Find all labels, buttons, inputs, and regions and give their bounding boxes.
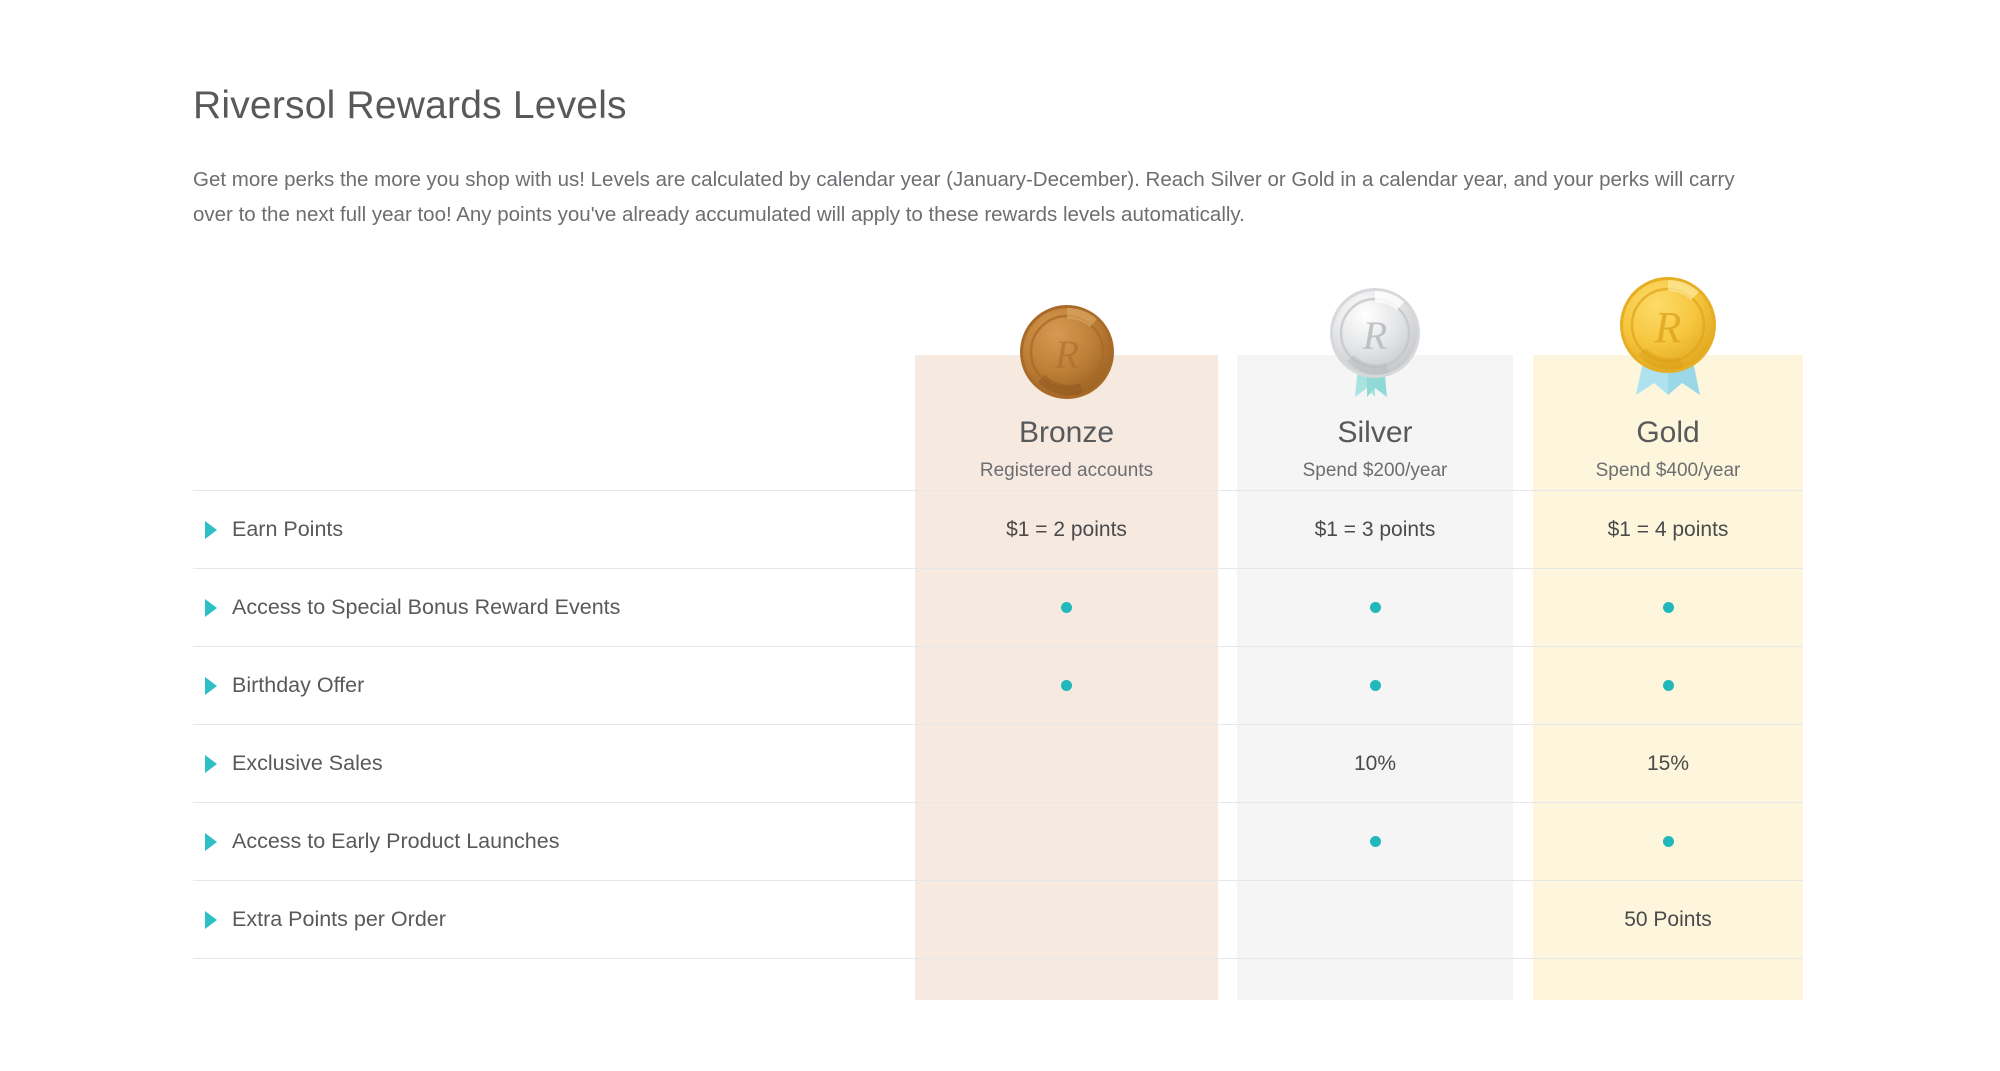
cell-bronze — [915, 569, 1218, 646]
cell-silver — [1237, 803, 1513, 880]
cell-gold — [1533, 647, 1803, 724]
triangle-right-icon — [205, 676, 217, 695]
svg-text:R: R — [1053, 332, 1078, 377]
row-label-cell: Exclusive Sales — [193, 725, 915, 802]
table-row: Earn Points $1 = 2 points $1 = 3 points … — [193, 490, 1803, 568]
page-header: Riversol Rewards Levels Get more perks t… — [193, 84, 1813, 232]
row-label-cell: Earn Points — [193, 491, 915, 568]
header-label-spacer — [193, 285, 915, 490]
cell-silver — [1237, 881, 1513, 958]
check-dot-icon — [1662, 680, 1674, 691]
triangle-right-icon — [205, 754, 217, 773]
table-row: Access to Early Product Launches — [193, 802, 1803, 880]
silver-medal-icon: R — [1325, 288, 1425, 410]
cell-bronze: $1 = 2 points — [1006, 517, 1127, 541]
row-label: Access to Special Bonus Reward Events — [232, 595, 621, 619]
table-row: Access to Special Bonus Reward Events — [193, 568, 1803, 646]
cell-bronze — [915, 725, 1218, 802]
row-label: Extra Points per Order — [232, 907, 446, 931]
table-row: Exclusive Sales 10% 15% — [193, 724, 1803, 802]
row-label: Earn Points — [232, 517, 344, 541]
page-intro-text: Get more perks the more you shop with us… — [193, 167, 1735, 227]
row-label: Exclusive Sales — [232, 751, 383, 775]
row-label: Access to Early Product Launches — [232, 829, 560, 853]
tier-header-bronze: R Bronze Registered accounts — [915, 285, 1218, 490]
cell-gold — [1533, 569, 1803, 646]
tier-name-silver: Silver — [1337, 416, 1413, 449]
cell-gold: 50 Points — [1624, 907, 1712, 931]
svg-text:R: R — [1362, 313, 1387, 358]
tier-header-silver: R Silver Spend $200/year — [1237, 285, 1513, 490]
table-header-row: R Bronze Registered accounts R Silver Sp… — [193, 277, 1803, 490]
cell-bronze — [915, 647, 1218, 724]
cell-gold: 15% — [1646, 751, 1690, 775]
table-row: Birthday Offer — [193, 646, 1803, 724]
triangle-right-icon — [205, 910, 217, 929]
row-label-cell: Extra Points per Order — [193, 881, 915, 958]
page-title: Riversol Rewards Levels — [193, 84, 627, 127]
check-dot-icon — [1662, 602, 1674, 613]
row-label-cell: Birthday Offer — [193, 647, 915, 724]
rewards-comparison-table: R Bronze Registered accounts R Silver Sp… — [193, 277, 1803, 1000]
check-dot-icon — [1061, 602, 1072, 613]
tier-name-gold: Gold — [1636, 416, 1700, 449]
cell-gold — [1533, 803, 1803, 880]
cell-silver: $1 = 3 points — [1314, 517, 1436, 541]
check-dot-icon — [1662, 836, 1674, 847]
gold-medal-icon: R — [1613, 277, 1723, 410]
bronze-medal-icon: R — [1018, 290, 1116, 410]
triangle-right-icon — [205, 832, 217, 851]
tier-requirement-silver: Spend $200/year — [1302, 460, 1448, 481]
rewards-levels-page: Riversol Rewards Levels Get more perks t… — [0, 0, 2000, 1071]
triangle-right-icon — [205, 520, 217, 539]
cell-silver: 10% — [1353, 751, 1397, 775]
check-dot-icon — [1369, 680, 1381, 691]
tier-name-bronze: Bronze — [1018, 416, 1115, 449]
check-dot-icon — [1369, 836, 1381, 847]
cell-bronze — [915, 881, 1218, 958]
row-label-cell: Access to Special Bonus Reward Events — [193, 569, 915, 646]
cell-silver — [1237, 569, 1513, 646]
svg-text:R: R — [1654, 303, 1682, 352]
tier-requirement-bronze: Registered accounts — [979, 460, 1154, 481]
check-dot-icon — [1061, 680, 1072, 691]
row-label-cell: Access to Early Product Launches — [193, 803, 915, 880]
tier-requirement-gold: Spend $400/year — [1595, 460, 1741, 481]
triangle-right-icon — [205, 598, 217, 617]
check-dot-icon — [1369, 602, 1381, 613]
table-row: Extra Points per Order 50 Points — [193, 880, 1803, 959]
tier-header-gold: R Gold Spend $400/year — [1533, 277, 1803, 490]
row-label: Birthday Offer — [232, 673, 365, 697]
cell-gold: $1 = 4 points — [1607, 517, 1729, 541]
cell-bronze — [915, 803, 1218, 880]
cell-silver — [1237, 647, 1513, 724]
